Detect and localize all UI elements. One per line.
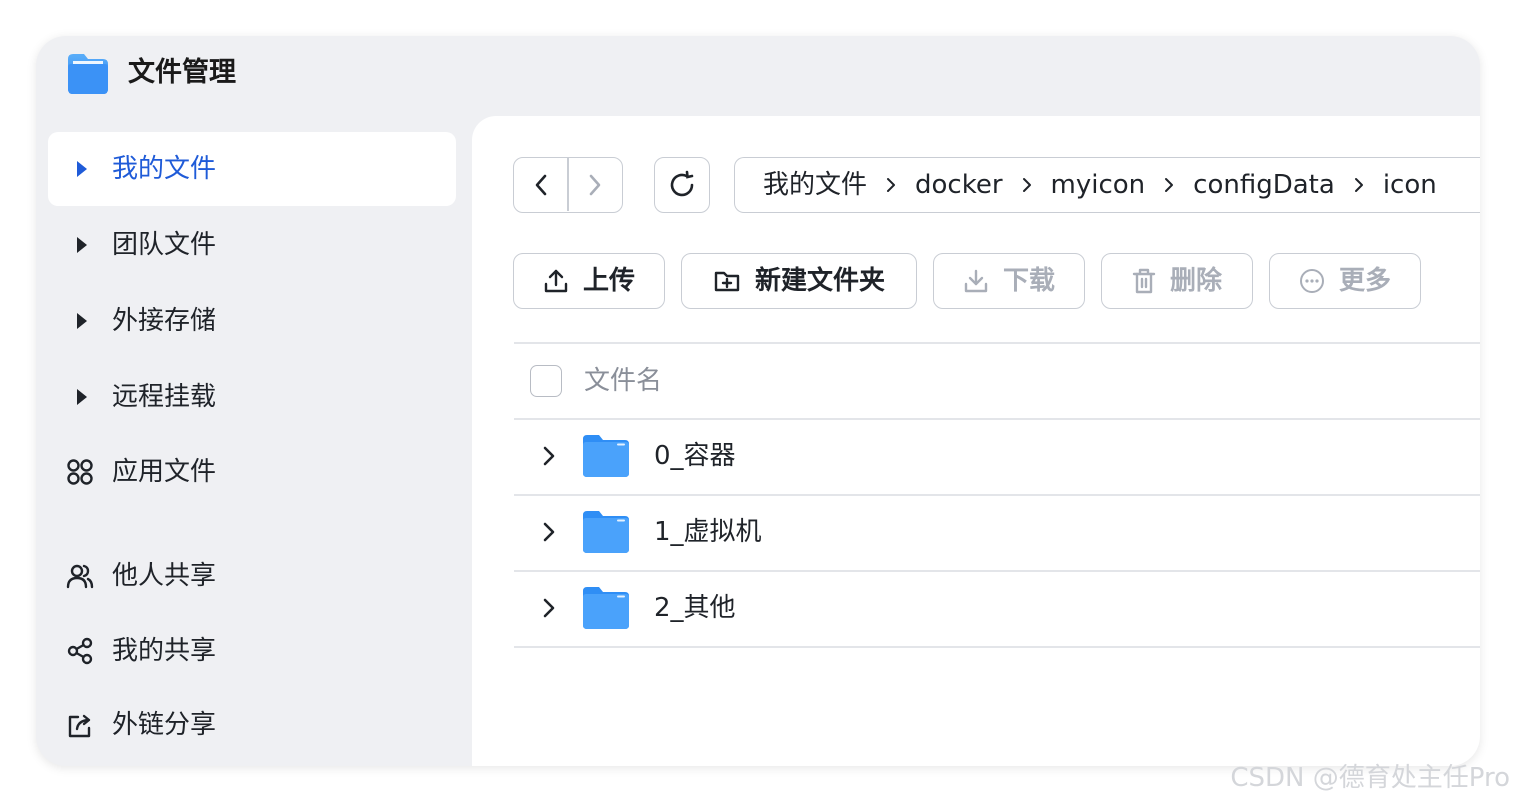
chevron-right-icon bbox=[590, 174, 601, 195]
app-title: 文件管理 bbox=[128, 57, 236, 88]
sidebar-item-label: 我的文件 bbox=[112, 154, 217, 184]
sidebar-item-label: 应用文件 bbox=[112, 457, 217, 487]
refresh-icon bbox=[670, 170, 694, 197]
sidebar-item-remote-mount[interactable]: 远程挂载 bbox=[48, 360, 456, 434]
breadcrumb-item-current[interactable]: icon bbox=[1383, 168, 1437, 202]
chevron-right-icon[interactable] bbox=[534, 598, 564, 618]
table-row[interactable]: 2_其他 bbox=[514, 571, 1480, 645]
sidebar-item-label: 我的共享 bbox=[112, 636, 217, 666]
sidebar-item-label: 外接存储 bbox=[112, 306, 217, 336]
folder-plus-icon bbox=[714, 271, 740, 292]
file-name: 1_虚拟机 bbox=[654, 517, 762, 547]
more-label: 更多 bbox=[1338, 266, 1391, 296]
watermark: CSDN @德育处主任Pro bbox=[1230, 763, 1510, 793]
chevron-right-icon bbox=[1145, 177, 1193, 193]
sidebar-item-my-shares[interactable]: 我的共享 bbox=[48, 614, 456, 688]
breadcrumb-item[interactable]: myicon bbox=[1051, 168, 1146, 202]
file-name: 2_其他 bbox=[654, 593, 736, 623]
chevron-right-icon bbox=[1003, 177, 1051, 193]
column-header-name[interactable]: 文件名 bbox=[584, 364, 662, 398]
apps-grid-icon bbox=[48, 435, 112, 509]
sidebar-item-label: 团队文件 bbox=[112, 230, 217, 260]
chevron-right-icon bbox=[867, 177, 915, 193]
file-name: 0_容器 bbox=[654, 441, 736, 471]
folder-icon bbox=[583, 587, 629, 629]
new-folder-label: 新建文件夹 bbox=[754, 266, 885, 296]
upload-button[interactable]: 上传 bbox=[513, 253, 665, 309]
table-row[interactable]: 1_虚拟机 bbox=[514, 495, 1480, 569]
external-link-icon bbox=[48, 688, 112, 762]
caret-right-icon bbox=[48, 360, 112, 434]
delete-label: 删除 bbox=[1169, 266, 1222, 296]
sidebar-item-my-files[interactable]: 我的文件 bbox=[48, 132, 456, 206]
sidebar-item-external-storage[interactable]: 外接存储 bbox=[48, 284, 456, 358]
sidebar-item-label: 外链分享 bbox=[112, 710, 217, 740]
download-button[interactable]: 下载 bbox=[933, 253, 1085, 309]
caret-right-icon bbox=[48, 132, 112, 206]
folder-icon bbox=[583, 435, 629, 477]
caret-right-icon bbox=[48, 208, 112, 282]
chevron-left-icon bbox=[535, 174, 546, 195]
users-icon bbox=[48, 539, 112, 613]
new-folder-button[interactable]: 新建文件夹 bbox=[681, 253, 917, 309]
folder-icon bbox=[583, 511, 629, 553]
download-label: 下载 bbox=[1002, 266, 1055, 296]
select-all-checkbox[interactable] bbox=[530, 365, 562, 397]
download-icon bbox=[964, 269, 988, 293]
more-dots-icon bbox=[1299, 269, 1324, 293]
more-button[interactable]: 更多 bbox=[1269, 253, 1421, 309]
chevron-right-icon[interactable] bbox=[534, 446, 564, 466]
app-header: 文件管理 bbox=[36, 36, 1480, 116]
table-row[interactable]: 0_容器 bbox=[514, 419, 1480, 493]
breadcrumb-item[interactable]: docker bbox=[915, 168, 1003, 202]
sidebar-item-label: 远程挂载 bbox=[112, 382, 217, 412]
file-manager-window: 文件管理 我的文件 团队文件 外接存储 远程挂载 应用文件 他人共享 我的共享 … bbox=[36, 36, 1480, 766]
caret-right-icon bbox=[48, 284, 112, 358]
refresh-button[interactable] bbox=[654, 157, 710, 213]
sidebar-item-team-files[interactable]: 团队文件 bbox=[48, 208, 456, 282]
files-app-icon bbox=[68, 54, 108, 94]
forward-button[interactable] bbox=[569, 158, 622, 211]
main-panel: 我的文件 docker myicon configData icon 上传 新建… bbox=[472, 116, 1480, 766]
delete-button[interactable]: 删除 bbox=[1101, 253, 1253, 309]
breadcrumb-item[interactable]: configData bbox=[1193, 168, 1335, 202]
sidebar-item-link-shares[interactable]: 外链分享 bbox=[48, 688, 456, 762]
breadcrumb: 我的文件 docker myicon configData icon bbox=[734, 157, 1480, 213]
divider bbox=[514, 646, 1480, 648]
upload-icon bbox=[544, 269, 568, 293]
upload-label: 上传 bbox=[582, 266, 635, 296]
breadcrumb-item[interactable]: 我的文件 bbox=[763, 168, 867, 202]
sidebar-item-label: 他人共享 bbox=[112, 561, 217, 591]
sidebar-item-shared-with-me[interactable]: 他人共享 bbox=[48, 539, 456, 613]
table-header: 文件名 bbox=[514, 344, 1480, 418]
trash-icon bbox=[1132, 268, 1156, 294]
chevron-right-icon bbox=[1335, 177, 1383, 193]
chevron-right-icon[interactable] bbox=[534, 522, 564, 542]
back-button[interactable] bbox=[514, 158, 567, 211]
history-nav bbox=[513, 157, 623, 213]
share-icon bbox=[48, 614, 112, 688]
sidebar-item-app-files[interactable]: 应用文件 bbox=[48, 435, 456, 509]
